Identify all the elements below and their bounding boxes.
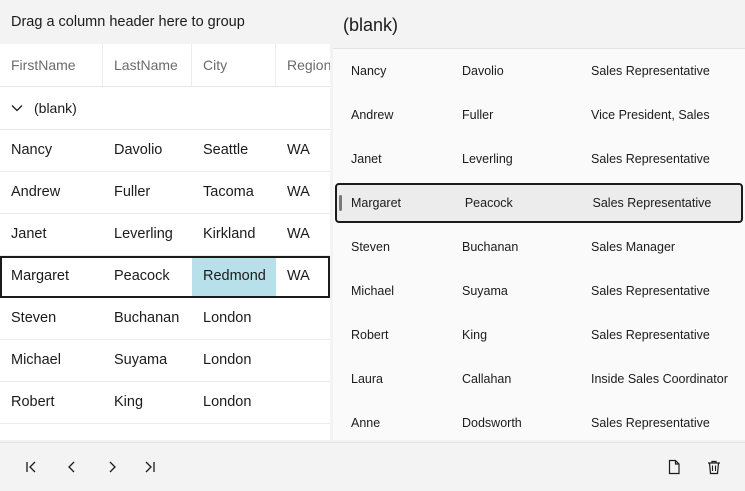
column-header-city[interactable]: City [192, 44, 276, 86]
cell-city[interactable]: London [192, 298, 276, 339]
last-page-icon [145, 461, 155, 473]
cell-lastname[interactable]: King [103, 382, 192, 423]
next-page-icon [109, 461, 116, 473]
grid-header: FirstName LastName City Region [0, 44, 330, 87]
previous-page-button[interactable] [57, 443, 87, 491]
item-firstname: Laura [351, 372, 383, 386]
detail-title: (blank) [333, 0, 745, 49]
cell-firstname[interactable]: Nancy [0, 130, 103, 171]
item-lastname: Leverling [462, 152, 513, 166]
cell-region[interactable]: WA [276, 214, 330, 255]
table-row[interactable]: Michael Suyama London [0, 340, 330, 382]
list-item[interactable]: Steven Buchanan Sales Manager [333, 225, 745, 269]
new-document-button[interactable] [659, 443, 689, 491]
group-row[interactable]: (blank) [0, 87, 330, 130]
item-lastname: Dodsworth [462, 416, 522, 430]
list-item[interactable]: Anne Dodsworth Sales Representative [333, 401, 745, 440]
item-title: Sales Representative [591, 284, 710, 298]
list-item[interactable]: Janet Leverling Sales Representative [333, 137, 745, 181]
item-title: Sales Representative [591, 416, 710, 430]
new-document-icon [668, 459, 680, 475]
cell-region[interactable]: WA [276, 172, 330, 213]
item-firstname: Michael [351, 284, 395, 298]
grid-rows: Nancy Davolio Seattle WA Andrew Fuller Tacoma W… [0, 130, 330, 424]
item-lastname: King [462, 328, 488, 342]
cell-region[interactable]: WA [276, 130, 330, 171]
cell-region[interactable] [276, 340, 330, 381]
item-title: Sales Representative [592, 196, 712, 210]
table-row[interactable]: Janet Leverling Kirkland WA [0, 214, 330, 256]
cell-region[interactable] [276, 298, 330, 339]
bottom-toolbar [0, 442, 745, 491]
cell-firstname[interactable]: Andrew [0, 172, 103, 213]
cell-lastname[interactable]: Peacock [103, 256, 192, 297]
cell-firstname[interactable]: Robert [0, 382, 103, 423]
list-item[interactable]: Margaret Peacock Sales Representative [335, 183, 743, 223]
first-page-button[interactable] [17, 443, 47, 491]
cell-lastname[interactable]: Fuller [103, 172, 192, 213]
item-title: Sales Representative [591, 328, 710, 342]
item-firstname: Margaret [351, 196, 402, 210]
cell-city[interactable]: Tacoma [192, 172, 276, 213]
cell-city[interactable]: Seattle [192, 130, 276, 171]
cell-region[interactable] [276, 382, 330, 423]
detail-list: Nancy Davolio Sales Representative Andrew Fu… [333, 49, 745, 440]
cell-lastname[interactable]: Leverling [103, 214, 192, 255]
delete-button[interactable] [699, 443, 729, 491]
previous-page-icon [68, 461, 75, 473]
cell-city[interactable]: Redmond [192, 256, 276, 297]
item-firstname: Janet [351, 152, 382, 166]
item-firstname: Steven [351, 240, 390, 254]
cell-city[interactable]: London [192, 382, 276, 423]
item-lastname: Suyama [462, 284, 508, 298]
group-label: (blank) [34, 100, 77, 116]
column-header-lastname[interactable]: LastName [103, 44, 192, 86]
table-row[interactable]: Andrew Fuller Tacoma WA [0, 172, 330, 214]
table-row[interactable]: Robert King London [0, 382, 330, 424]
list-item[interactable]: Andrew Fuller Vice President, Sales [333, 93, 745, 137]
item-title: Sales Representative [591, 64, 710, 78]
item-title: Vice President, Sales [591, 108, 710, 122]
cell-firstname[interactable]: Michael [0, 340, 103, 381]
item-lastname: Fuller [462, 108, 494, 122]
next-page-button[interactable] [97, 443, 127, 491]
cell-lastname[interactable]: Davolio [103, 130, 192, 171]
item-lastname: Davolio [462, 64, 504, 78]
cell-lastname[interactable]: Buchanan [103, 298, 192, 339]
item-firstname: Nancy [351, 64, 387, 78]
selection-indicator [339, 195, 342, 211]
list-item[interactable]: Michael Suyama Sales Representative [333, 269, 745, 313]
cell-firstname[interactable]: Janet [0, 214, 103, 255]
cell-lastname[interactable]: Suyama [103, 340, 192, 381]
group-panel[interactable]: Drag a column header here to group [0, 0, 330, 44]
last-page-button[interactable] [134, 443, 164, 491]
list-item[interactable]: Laura Callahan Inside Sales Coordinator [333, 357, 745, 401]
column-header-firstname[interactable]: FirstName [0, 44, 103, 86]
item-firstname: Andrew [351, 108, 394, 122]
item-lastname: Peacock [464, 196, 513, 210]
cell-firstname[interactable]: Steven [0, 298, 103, 339]
item-lastname: Callahan [462, 372, 512, 386]
item-title: Sales Manager [591, 240, 676, 254]
item-firstname: Robert [351, 328, 389, 342]
data-grid: Drag a column header here to group First… [0, 0, 330, 440]
column-header-region[interactable]: Region [276, 44, 330, 86]
item-title: Inside Sales Coordinator [591, 372, 728, 386]
cell-region[interactable]: WA [276, 256, 330, 297]
table-row[interactable]: Steven Buchanan London [0, 298, 330, 340]
delete-icon [708, 460, 720, 475]
item-lastname: Buchanan [462, 240, 519, 254]
detail-panel: (blank) Nancy Davolio Sales Representative… [333, 0, 745, 440]
table-row[interactable]: Nancy Davolio Seattle WA [0, 130, 330, 172]
item-firstname: Anne [351, 416, 381, 430]
cell-city[interactable]: Kirkland [192, 214, 276, 255]
list-item[interactable]: Nancy Davolio Sales Representative [333, 49, 745, 93]
item-title: Sales Representative [591, 152, 710, 166]
table-row[interactable]: Margaret Peacock Redmond WA [0, 256, 330, 298]
cell-city[interactable]: London [192, 340, 276, 381]
cell-firstname[interactable]: Margaret [0, 256, 103, 297]
first-page-icon [26, 461, 36, 473]
chevron-down-icon[interactable] [10, 101, 24, 115]
list-item[interactable]: Robert King Sales Representative [333, 313, 745, 357]
